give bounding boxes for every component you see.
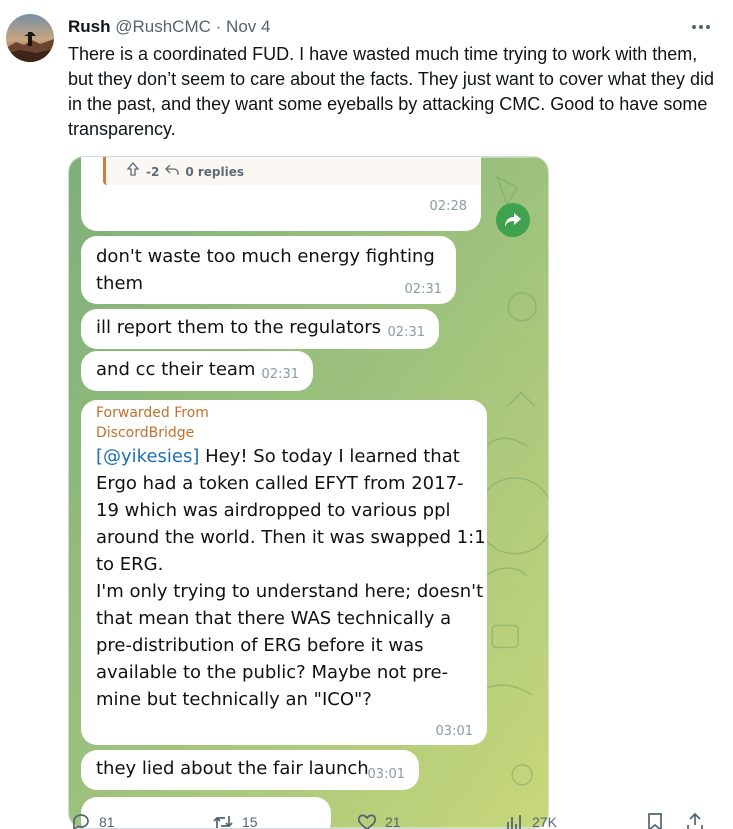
tweet-header: Rush @RushCMC · Nov 4 <box>68 16 270 38</box>
forwarded-body: Hey! So today I learned that Ergo had a … <box>96 446 486 710</box>
message-time: 03:01 <box>367 767 405 782</box>
message-bubble: don't waste too much energy fighting the… <box>81 236 456 304</box>
message-time: 02:28 <box>429 199 467 214</box>
quoted-reply-card[interactable]: -2 0 replies <box>103 157 481 186</box>
bookmark-icon <box>648 813 662 829</box>
message-text: and cc their team <box>96 359 256 380</box>
vote-score: -2 <box>146 165 160 179</box>
repost-button[interactable]: 15 <box>212 812 258 829</box>
share-icon <box>687 812 703 829</box>
user-mention[interactable]: [@yikesies] <box>96 446 199 467</box>
like-count: 21 <box>385 814 401 829</box>
view-count: 27K <box>532 814 557 829</box>
forwarded-message-text: [@yikesies] Hey! So today I learned that… <box>96 443 486 713</box>
share-button[interactable] <box>685 812 705 829</box>
reply-arrow-icon[interactable] <box>165 159 179 186</box>
tweet-date[interactable]: Nov 4 <box>226 17 270 36</box>
forwarded-message-bubble: Forwarded From DiscordBridge [@yikesies]… <box>81 400 487 745</box>
message-time: 02:31 <box>261 367 299 382</box>
separator-dot: · <box>215 17 222 36</box>
forwarded-from-label: Forwarded From <box>96 405 209 421</box>
avatar-image <box>6 14 54 62</box>
more-options-icon[interactable] <box>690 18 712 36</box>
reply-count: 0 replies <box>185 165 245 179</box>
heart-icon <box>357 814 377 829</box>
reply-icon <box>73 814 89 829</box>
message-bubble: and cc their team 02:31 <box>81 351 313 391</box>
reply-card-actions: -2 0 replies <box>126 159 244 186</box>
bookmark-button[interactable] <box>646 812 664 829</box>
repost-count: 15 <box>242 814 258 829</box>
views-button[interactable]: 27K <box>504 812 557 829</box>
tweet: Rush @RushCMC · Nov 4 There is a coordin… <box>0 0 733 829</box>
message-bubble: ill report them to the regulators 02:31 <box>81 309 439 349</box>
forwarded-source[interactable]: DiscordBridge <box>96 423 487 443</box>
like-button[interactable]: 21 <box>357 812 401 829</box>
author-name[interactable]: Rush <box>68 17 111 36</box>
forward-arrow-icon <box>505 213 521 227</box>
message-bubble-quoted: -2 0 replies 02:28 <box>81 157 481 231</box>
tweet-media-screenshot[interactable]: -2 0 replies 02:28 don't waste too much … <box>68 156 549 829</box>
share-forward-button[interactable] <box>496 203 530 237</box>
reply-button[interactable]: 81 <box>71 812 115 829</box>
repost-icon <box>213 816 233 828</box>
message-text: don't waste too much energy fighting the… <box>96 246 435 294</box>
message-time: 03:01 <box>435 724 473 739</box>
message-text: they lied about the fair launch <box>96 758 369 779</box>
message-text: ill report them to the regulators <box>96 317 382 338</box>
avatar[interactable] <box>6 14 54 62</box>
upvote-icon[interactable] <box>126 159 140 186</box>
tweet-text: There is a coordinated FUD. I have waste… <box>68 44 715 139</box>
reply-count: 81 <box>99 814 115 829</box>
message-time: 02:31 <box>404 282 442 297</box>
tweet-actions: 81 15 21 27K <box>68 812 718 829</box>
message-time: 02:31 <box>387 325 425 340</box>
author-handle[interactable]: @RushCMC <box>115 17 211 36</box>
message-bubble: they lied about the fair launch 03:01 <box>81 750 419 790</box>
analytics-icon <box>507 815 521 829</box>
